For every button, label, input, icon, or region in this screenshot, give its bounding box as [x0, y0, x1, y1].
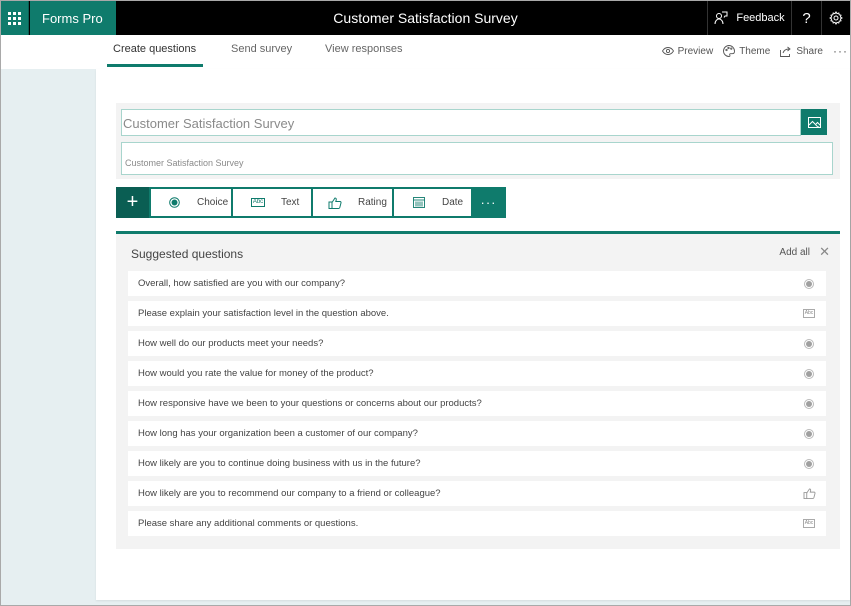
- theme-label: Theme: [739, 45, 771, 57]
- choice-icon: [802, 338, 816, 349]
- form-description-input[interactable]: [121, 142, 833, 175]
- share-icon: [780, 46, 792, 57]
- preview-button[interactable]: Preview: [661, 45, 714, 57]
- suggested-question-item[interactable]: How responsive have we been to your ques…: [128, 391, 826, 416]
- suggested-questions-list: Overall, how satisfied are you with our …: [128, 271, 826, 541]
- more-options-button[interactable]: ···: [833, 44, 848, 58]
- insert-image-button[interactable]: [801, 109, 827, 135]
- feedback-button[interactable]: Feedback: [707, 1, 791, 35]
- share-label: Share: [796, 45, 823, 57]
- eye-icon: [661, 47, 674, 55]
- suggested-question-item[interactable]: How long has your organization been a cu…: [128, 421, 826, 446]
- plus-icon: +: [126, 191, 139, 213]
- close-icon[interactable]: ✕: [819, 244, 830, 260]
- suggested-questions-title: Suggested questions: [131, 247, 244, 261]
- text-icon: Abc: [250, 198, 266, 207]
- add-choice-button[interactable]: Choice: [151, 189, 231, 216]
- form-editor: + Choice Abc Text Rating Date ··· Sugges…: [96, 69, 850, 600]
- tab-view-responses[interactable]: View responses: [325, 43, 402, 67]
- help-button[interactable]: ?: [791, 1, 821, 35]
- app-launcher-button[interactable]: [1, 1, 29, 35]
- suggested-question-text: Please explain your satisfaction level i…: [138, 308, 389, 319]
- suggested-questions-panel: Suggested questions Add all ✕ Overall, h…: [116, 231, 840, 549]
- suggested-question-text: How likely are you to recommend our comp…: [138, 488, 441, 499]
- add-question-button[interactable]: +: [116, 187, 149, 218]
- top-bar: Forms Pro Customer Satisfaction Survey F…: [1, 1, 850, 35]
- theme-button[interactable]: Theme: [723, 45, 770, 57]
- tab-send-survey[interactable]: Send survey: [231, 43, 292, 67]
- rating-icon: [802, 488, 816, 499]
- brand-name[interactable]: Forms Pro: [30, 1, 116, 35]
- image-icon: [807, 116, 821, 128]
- calendar-icon: [410, 197, 428, 208]
- add-all-button[interactable]: Add all: [779, 247, 810, 258]
- suggested-question-item[interactable]: Overall, how satisfied are you with our …: [128, 271, 826, 296]
- choice-icon: [802, 278, 816, 289]
- suggested-question-text: How likely are you to continue doing bus…: [138, 458, 421, 469]
- help-icon: ?: [802, 9, 811, 27]
- add-text-button[interactable]: Abc Text: [233, 189, 311, 216]
- feedback-label: Feedback: [736, 12, 785, 24]
- question-type-bar: + Choice Abc Text Rating Date ···: [116, 187, 506, 218]
- form-header-card: [116, 103, 840, 179]
- share-button[interactable]: Share: [780, 46, 823, 57]
- suggested-question-item[interactable]: Please share any additional comments or …: [128, 511, 826, 536]
- nav-row: Create questions Send survey View respon…: [1, 35, 850, 69]
- preview-label: Preview: [677, 45, 714, 57]
- rating-label: Rating: [358, 197, 387, 208]
- suggested-question-text: Please share any additional comments or …: [138, 518, 359, 529]
- gear-icon: [829, 11, 843, 25]
- radio-icon: [165, 197, 183, 208]
- add-date-button[interactable]: Date: [394, 189, 471, 216]
- suggested-question-text: How responsive have we been to your ques…: [138, 398, 482, 409]
- choice-icon: [802, 398, 816, 409]
- suggested-question-text: How long has your organization been a cu…: [138, 428, 418, 439]
- thumbs-up-icon: [326, 196, 344, 209]
- text-label: Text: [281, 197, 300, 208]
- choice-label: Choice: [197, 197, 229, 208]
- choice-icon: [802, 458, 816, 469]
- waffle-icon: [8, 11, 21, 25]
- text-icon: Abc: [802, 309, 816, 318]
- suggested-question-item[interactable]: How likely are you to recommend our comp…: [128, 481, 826, 506]
- tab-create-questions[interactable]: Create questions: [106, 43, 204, 67]
- suggested-question-item[interactable]: How would you rate the value for money o…: [128, 361, 826, 386]
- date-label: Date: [442, 197, 464, 208]
- suggested-question-text: Overall, how satisfied are you with our …: [138, 278, 345, 289]
- more-question-types-button[interactable]: ···: [471, 189, 506, 216]
- add-rating-button[interactable]: Rating: [313, 189, 392, 216]
- settings-button[interactable]: [821, 1, 850, 35]
- form-title-input[interactable]: [121, 109, 801, 136]
- suggested-question-item[interactable]: Please explain your satisfaction level i…: [128, 301, 826, 326]
- choice-icon: [802, 368, 816, 379]
- suggested-question-item[interactable]: How likely are you to continue doing bus…: [128, 451, 826, 476]
- suggested-question-text: How would you rate the value for money o…: [138, 368, 374, 379]
- text-icon: Abc: [802, 519, 816, 528]
- palette-icon: [723, 45, 736, 57]
- feedback-icon: [714, 11, 728, 25]
- choice-icon: [802, 428, 816, 439]
- suggested-question-item[interactable]: How well do our products meet your needs…: [128, 331, 826, 356]
- suggested-question-text: How well do our products meet your needs…: [138, 338, 324, 349]
